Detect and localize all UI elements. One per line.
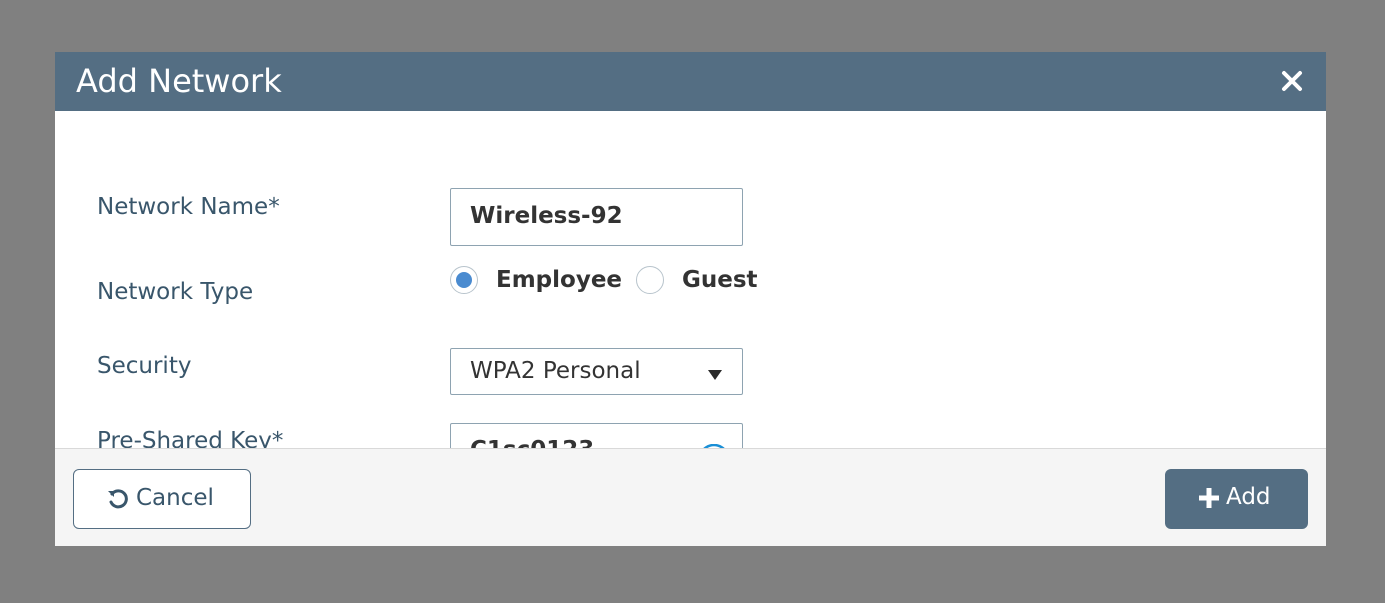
- dialog-body: Network Name* Wireless-92 Network Type E…: [55, 111, 1326, 480]
- security-value: WPA2 Personal: [470, 358, 641, 384]
- close-icon[interactable]: [1278, 67, 1306, 95]
- security-select[interactable]: WPA2 Personal: [450, 348, 743, 395]
- security-label: Security: [97, 353, 192, 379]
- add-button[interactable]: Add: [1165, 469, 1308, 529]
- radio-employee[interactable]: [450, 266, 478, 294]
- add-network-dialog: Add Network Network Name* Wireless-92 Ne…: [55, 52, 1326, 546]
- dialog-title: Add Network: [76, 62, 282, 100]
- radio-guest[interactable]: [636, 266, 664, 294]
- network-name-value: Wireless-92: [470, 203, 623, 229]
- undo-icon: [106, 487, 130, 511]
- dialog-footer: Cancel Add: [55, 448, 1326, 546]
- radio-guest-label[interactable]: Guest: [682, 265, 758, 295]
- add-label: Add: [1226, 484, 1271, 510]
- cancel-button[interactable]: Cancel: [73, 469, 251, 529]
- cancel-label: Cancel: [136, 485, 214, 511]
- plus-icon: [1197, 486, 1221, 510]
- network-name-input[interactable]: Wireless-92: [450, 188, 743, 246]
- chevron-down-icon: [708, 370, 722, 380]
- dialog-header: Add Network: [55, 52, 1326, 111]
- network-name-label: Network Name*: [97, 194, 280, 220]
- radio-employee-label[interactable]: Employee: [496, 265, 622, 295]
- network-type-label: Network Type: [97, 279, 254, 305]
